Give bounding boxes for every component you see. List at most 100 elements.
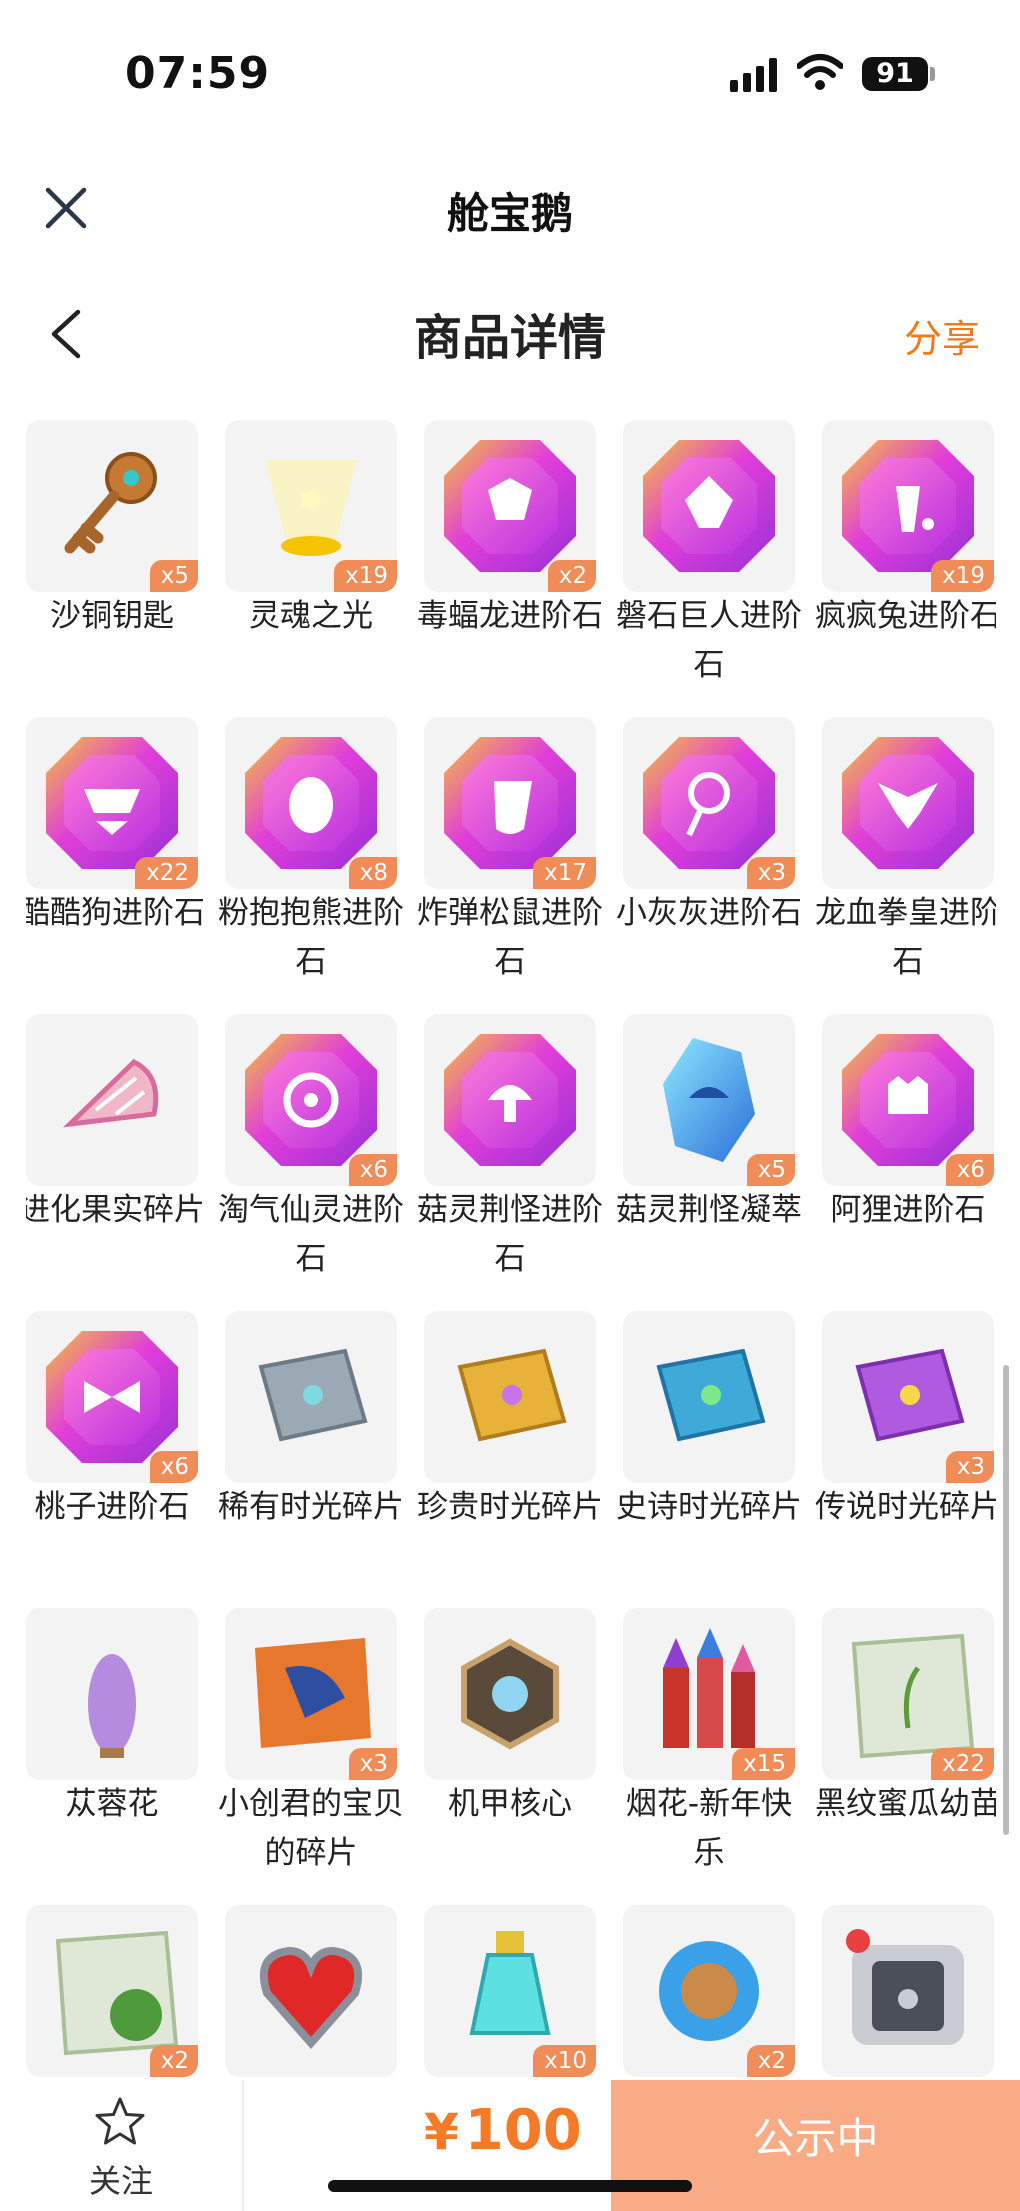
- signal-icon: [730, 58, 777, 92]
- quantity-badge: x19: [334, 560, 397, 592]
- item-card[interactable]: x10: [424, 1905, 596, 2080]
- item-card[interactable]: x2 毒蝠龙进阶石: [417, 420, 603, 717]
- item-card[interactable]: x3 小灰灰进阶石: [616, 717, 802, 1014]
- item-name: 酷酷狗进阶石: [26, 895, 205, 931]
- item-name: 灵魂之光: [249, 598, 373, 634]
- item-thumb: x5: [26, 420, 198, 592]
- item-thumb: x15: [623, 1608, 795, 1780]
- item-name: 菇灵荆怪凝萃: [616, 1192, 802, 1228]
- item-card[interactable]: x22 黑纹蜜瓜幼苗: [815, 1608, 996, 1905]
- item-thumb: x5: [623, 1014, 795, 1186]
- item-name: 菇灵荆怪进阶石: [417, 1192, 603, 1277]
- quantity-badge: x8: [348, 857, 397, 889]
- puzzle-piece-icon: [258, 1348, 368, 1442]
- scrollbar[interactable]: [1003, 1365, 1009, 1835]
- item-card[interactable]: x15 烟花-新年快乐: [623, 1608, 795, 1905]
- item-thumb: x2: [424, 420, 596, 592]
- item-card[interactable]: x17 炸弹松鼠进阶石: [417, 717, 603, 1014]
- favorite-button[interactable]: 关注: [0, 2080, 244, 2211]
- battery-icon: 91: [862, 57, 928, 91]
- status-time: 07:59: [125, 48, 271, 99]
- item-card[interactable]: x2: [26, 1905, 198, 2080]
- item-thumb: [225, 1905, 397, 2077]
- item-card[interactable]: 机甲核心: [424, 1608, 596, 1905]
- item-card[interactable]: 苁蓉花: [26, 1608, 198, 1905]
- item-name: 传说时光碎片: [815, 1489, 996, 1525]
- item-thumb: x2: [26, 1905, 198, 2077]
- item-card[interactable]: 龙血拳皇进阶石: [815, 717, 996, 1014]
- item-card[interactable]: 菇灵荆怪进阶石: [417, 1014, 603, 1311]
- battery-tip: [930, 67, 935, 81]
- wifi-icon: [797, 54, 843, 90]
- item-card[interactable]: x19 疯疯兔进阶石: [815, 420, 996, 717]
- item-card[interactable]: [225, 1905, 397, 2080]
- item-thumb: x8: [225, 717, 397, 889]
- item-name: 毒蝠龙进阶石: [417, 598, 603, 634]
- item-name: 炸弹松鼠进阶石: [417, 895, 603, 980]
- item-thumb: x10: [424, 1905, 596, 2077]
- item-card[interactable]: 稀有时光碎片: [218, 1311, 404, 1608]
- page-title: 商品详情: [413, 310, 606, 366]
- item-card[interactable]: x8 粉抱抱熊进阶石: [218, 717, 404, 1014]
- item-card[interactable]: x5 菇灵荆怪凝萃: [616, 1014, 802, 1311]
- item-name: 疯疯兔进阶石: [815, 598, 996, 634]
- item-card[interactable]: x2: [623, 1905, 795, 2080]
- item-card[interactable]: x5 沙铜钥匙: [26, 420, 198, 717]
- item-card[interactable]: x3 传说时光碎片: [815, 1311, 996, 1608]
- item-card[interactable]: 磐石巨人进阶石: [616, 420, 802, 717]
- price: ¥100: [424, 2098, 582, 2163]
- item-name: 阿狸进阶石: [830, 1192, 986, 1228]
- item-thumb: x22: [26, 717, 198, 889]
- item-name: 小创君的宝贝的碎片: [218, 1786, 404, 1871]
- item-card[interactable]: x22 酷酷狗进阶石: [26, 717, 205, 1014]
- item-thumb: x19: [225, 420, 397, 592]
- item-name: 淘气仙灵进阶石: [218, 1192, 404, 1277]
- share-button[interactable]: 分享: [904, 308, 980, 363]
- item-thumb: [424, 1311, 596, 1483]
- quantity-badge: x2: [547, 560, 596, 592]
- item-thumb: x6: [822, 1014, 994, 1186]
- quantity-badge: x2: [746, 2045, 795, 2077]
- quantity-badge: x6: [945, 1154, 994, 1186]
- quantity-badge: x3: [348, 1748, 397, 1780]
- item-name: 沙铜钥匙: [50, 598, 174, 634]
- item-name: 史诗时光碎片: [616, 1489, 802, 1525]
- item-name: 黑纹蜜瓜幼苗: [815, 1786, 996, 1822]
- gem-icon: [842, 737, 974, 869]
- item-card[interactable]: 进化果实碎片: [26, 1014, 205, 1311]
- item-name: 小灰灰进阶石: [616, 895, 802, 931]
- item-thumb: x3: [225, 1608, 397, 1780]
- item-card[interactable]: 珍贵时光碎片: [417, 1311, 603, 1608]
- item-card[interactable]: x19 灵魂之光: [225, 420, 397, 717]
- flower-icon: [88, 1654, 136, 1758]
- item-card[interactable]: x6 阿狸进阶石: [822, 1014, 994, 1311]
- item-thumb: x22: [822, 1608, 994, 1780]
- item-thumb: [424, 1014, 596, 1186]
- favorite-label: 关注: [88, 2162, 153, 2200]
- item-thumb: [26, 1608, 198, 1780]
- item-card[interactable]: x3 小创君的宝贝的碎片: [218, 1608, 404, 1905]
- quantity-badge: x22: [931, 1748, 994, 1780]
- status-bar: 07:59 91: [0, 0, 1020, 150]
- app-title: 舱宝鹅: [446, 189, 573, 238]
- item-thumb: x17: [424, 717, 596, 889]
- item-card[interactable]: x6 淘气仙灵进阶石: [218, 1014, 404, 1311]
- item-name: 龙血拳皇进阶石: [815, 895, 996, 980]
- item-card[interactable]: 史诗时光碎片: [616, 1311, 802, 1608]
- item-thumb: [424, 1608, 596, 1780]
- mech-core-icon: [461, 1638, 559, 1750]
- item-name: 烟花-新年快乐: [625, 1786, 793, 1871]
- quantity-badge: x2: [149, 2045, 198, 2077]
- item-card[interactable]: [822, 1905, 994, 2080]
- item-name: 稀有时光碎片: [218, 1489, 404, 1525]
- quantity-badge: x3: [746, 857, 795, 889]
- item-name: 粉抱抱熊进阶石: [218, 895, 404, 980]
- item-thumb: [822, 1905, 994, 2077]
- quantity-badge: x6: [149, 1451, 198, 1483]
- item-card[interactable]: x6 桃子进阶石: [26, 1311, 198, 1608]
- item-thumb: [623, 420, 795, 592]
- quantity-badge: x22: [135, 857, 198, 889]
- pet-carrier-icon: [846, 1929, 964, 2045]
- heart-gem-icon: [259, 1946, 363, 2050]
- item-thumb: x3: [623, 717, 795, 889]
